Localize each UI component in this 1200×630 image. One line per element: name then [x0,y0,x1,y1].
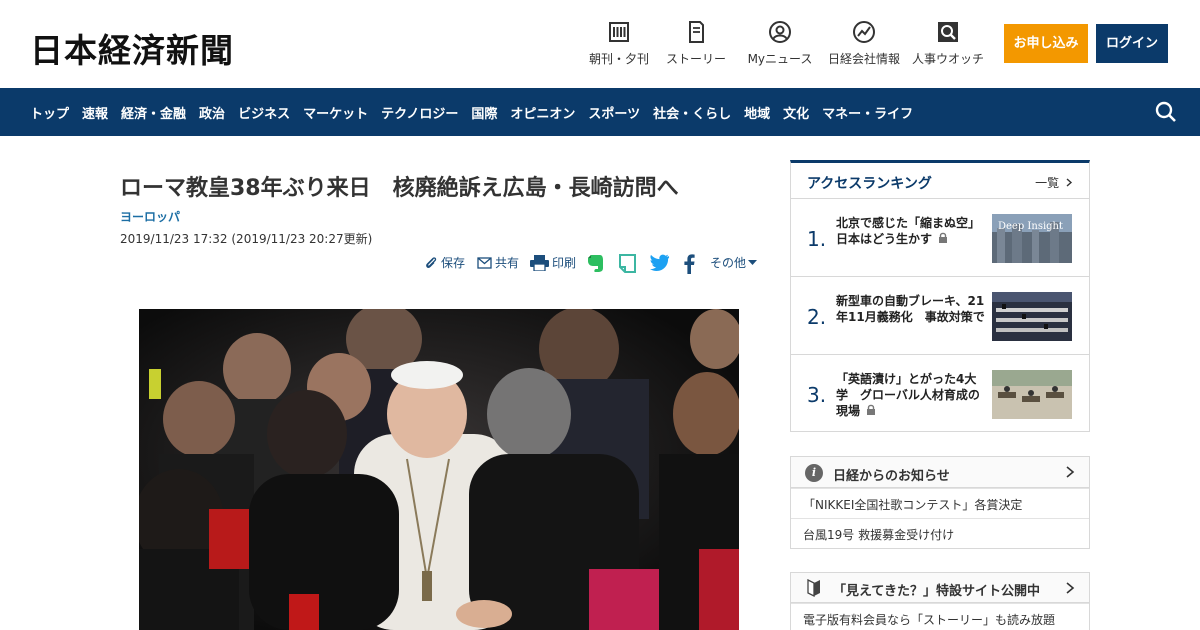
header-item-label: Myニュース [747,52,813,66]
share-label: 共有 [495,256,520,270]
header-item-personnel-watch[interactable]: 人事ウオッチ [903,20,993,67]
login-button[interactable]: ログイン [1096,24,1168,63]
paperclip-icon [426,256,437,268]
info-icon: i [805,464,823,482]
nav-item-politics[interactable]: 政治 [199,103,225,122]
print-button[interactable]: 印刷 [530,254,576,271]
header-item-mynews[interactable]: Myニュース [735,20,825,67]
ranking-item[interactable]: 3. 「英語漬け」とがった4大学 グローバル人材育成の現場 [791,355,1089,433]
lock-icon [867,404,876,415]
nav-item-society[interactable]: 社会・くらし [653,103,731,122]
nikkei-logo[interactable]: 日本経済新聞 [30,24,234,72]
rank-thumbnail [992,370,1072,419]
feature-text[interactable]: 電子版有料会員なら「ストーリー」も読み放題 [791,603,1089,630]
nav-item-culture[interactable]: 文化 [783,103,809,122]
main-nav: トップ 速報 経済・金融 政治 ビジネス マーケット テクノロジー 国際 オピニ… [0,88,1200,136]
rank-thumbnail: Deep Insight [992,214,1072,263]
print-label: 印刷 [552,256,577,270]
notice-item[interactable]: 「NIKKEI全国社歌コンテスト」各賞決定 [791,488,1089,518]
ranking-header: アクセスランキング 一覧 [791,163,1089,199]
save-label: 保存 [441,256,466,270]
notice-title: 日経からのお知らせ [833,469,950,484]
rank-headline: 北京で感じた「縮まぬ空」 日本はどう生かす [836,215,986,247]
rank-thumbnail [992,292,1072,341]
chart-icon [853,21,875,43]
chevron-right-icon [1066,178,1073,187]
facebook-icon [684,254,695,274]
rank-number: 3. [807,383,827,407]
nav-item-market[interactable]: マーケット [303,103,368,122]
notice-panel: i 日経からのお知らせ 「NIKKEI全国社歌コンテスト」各賞決定 台風19号 … [790,456,1090,549]
notice-header[interactable]: i 日経からのお知らせ [791,457,1089,488]
nav-list: トップ 速報 経済・金融 政治 ビジネス マーケット テクノロジー 国際 オピニ… [30,88,926,136]
header-item-label: ストーリー [665,52,726,66]
ranking-more-label: 一覧 [1035,176,1060,190]
evernote-button[interactable] [587,254,607,273]
nav-item-economy[interactable]: 経済・金融 [121,103,186,122]
header-item-label: 日経会社情報 [827,52,900,66]
twitter-icon [649,254,670,271]
twitter-button[interactable] [649,254,673,271]
bookmark-button[interactable] [619,254,639,273]
nav-item-international[interactable]: 国際 [471,103,497,122]
classroom-thumbnail [992,370,1072,419]
chevron-right-icon [1066,582,1075,594]
lock-icon [939,232,948,243]
nav-item-breaking[interactable]: 速報 [82,103,108,122]
header-item-label: 朝刊・夕刊 [588,52,649,66]
mail-icon [477,256,492,269]
feature-panel: 「見えてきた？」特設サイト公開中 電子版有料会員なら「ストーリー」も読み放題 [790,572,1090,630]
ranking-item[interactable]: 1. 北京で感じた「縮まぬ空」 日本はどう生かす Deep Insight [791,199,1089,277]
chevron-right-icon [1066,466,1075,478]
ranking-more-link[interactable]: 一覧 [1035,174,1073,191]
bookmark-icon [619,254,636,273]
header-item-company-info[interactable]: 日経会社情報 [819,20,909,67]
story-icon [689,21,704,43]
save-button[interactable]: 保存 [424,254,465,271]
beginner-mark-icon [807,579,820,597]
nav-item-sports[interactable]: スポーツ [588,103,640,122]
rank-headline-text: 「英語漬け」とがった4大学 グローバル人材育成の現場 [836,372,980,418]
share-button[interactable]: 共有 [477,254,519,271]
chevron-down-icon [748,259,758,265]
ranking-title: アクセスランキング [807,176,932,192]
ranking-item[interactable]: 2. 新型車の自動ブレーキ、21年11月義務化 事故対策で [791,277,1089,355]
newspaper-icon [609,22,629,42]
nav-item-opinion[interactable]: オピニオン [510,103,575,122]
meeting-thumbnail [992,292,1072,341]
printer-icon [530,254,549,271]
evernote-icon [588,255,603,272]
rank-headline: 「英語漬け」とがった4大学 グローバル人材育成の現場 [836,371,986,419]
header-item-story[interactable]: ストーリー [651,20,741,67]
article-photo [139,309,739,630]
apply-button[interactable]: お申し込み [1004,24,1088,63]
search-person-icon [938,22,958,42]
article-date: 2019/11/23 17:32 (2019/11/23 20:27更新) [120,232,373,246]
article-title: ローマ教皇38年ぶり来日 核廃絶訴え広島・長崎訪問へ [120,176,679,201]
rank-number: 1. [807,227,827,251]
feature-title: 「見えてきた？」特設サイト公開中 [833,584,1040,599]
notice-item[interactable]: 台風19号 救援募金受け付け [791,518,1089,548]
search-icon[interactable] [1154,100,1178,124]
city-thumbnail: Deep Insight [992,214,1072,263]
nav-item-money-life[interactable]: マネー・ライフ [822,103,913,122]
article-category[interactable]: ヨーロッパ [120,208,180,225]
site-header: 日本経済新聞 朝刊・夕刊 ストーリー Myニュース 日経会社情報 人事ウオッチ … [0,0,1200,88]
access-ranking-panel: アクセスランキング 一覧 1. 北京で感じた「縮まぬ空」 日本はどう生かす De… [790,160,1090,432]
header-item-label: 人事ウオッチ [911,52,984,66]
photo-illustration [139,309,739,630]
nav-item-region[interactable]: 地域 [744,103,770,122]
feature-header[interactable]: 「見えてきた？」特設サイト公開中 [791,573,1089,603]
rank-headline-text: 北京で感じた「縮まぬ空」 日本はどう生かす [836,216,987,246]
rank-headline: 新型車の自動ブレーキ、21年11月義務化 事故対策で [836,294,985,324]
rank-number: 2. [807,305,827,329]
facebook-button[interactable] [683,254,698,274]
nav-item-business[interactable]: ビジネス [238,103,290,122]
nav-item-technology[interactable]: テクノロジー [381,103,458,122]
user-icon [769,21,791,43]
other-label: その他 [710,256,747,270]
other-share-dropdown[interactable]: その他 [710,254,760,271]
thumb-caption: Deep Insight [998,221,1063,232]
nav-item-top[interactable]: トップ [30,103,69,122]
